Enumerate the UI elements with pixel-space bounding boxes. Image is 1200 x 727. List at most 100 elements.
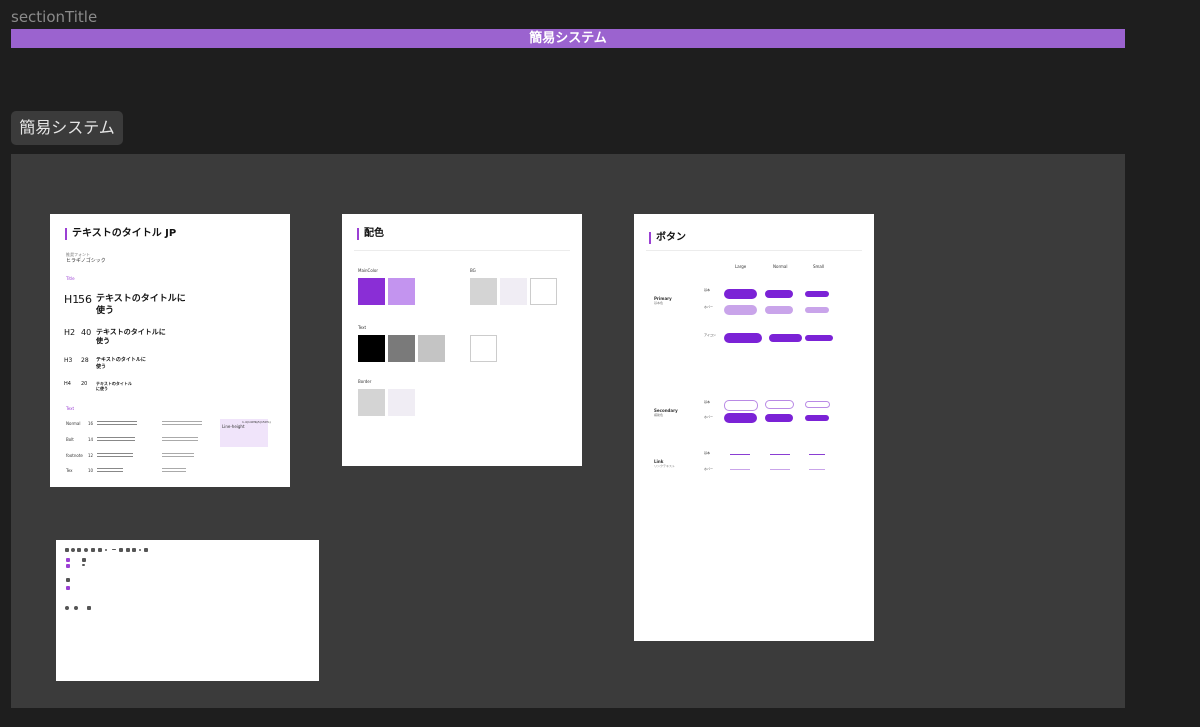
color-swatch[interactable]: [388, 335, 415, 362]
h3-size: 28: [81, 357, 89, 364]
primary-small-button[interactable]: [805, 291, 829, 297]
sample-text-lines: [97, 453, 133, 454]
icons-card[interactable]: [56, 540, 319, 681]
dot-icon[interactable]: [105, 549, 107, 551]
divider: [646, 250, 862, 251]
row-name: Normal: [66, 421, 81, 426]
color-swatch[interactable]: [388, 278, 415, 305]
link-small-hover[interactable]: [809, 469, 825, 470]
minus-icon[interactable]: [82, 564, 85, 566]
divider: [354, 250, 570, 251]
primary-normal-hover-button[interactable]: [765, 306, 793, 314]
typography-card-title: テキストのタイトル JP: [65, 228, 176, 240]
color-swatch[interactable]: [358, 335, 385, 362]
minus-icon[interactable]: [112, 549, 116, 550]
group-sub-link: リンクテキスト: [654, 464, 675, 468]
color-swatch[interactable]: [470, 278, 497, 305]
arrow-icon[interactable]: [82, 558, 86, 562]
h1-sample: テキストのタイトルに使う: [96, 294, 186, 316]
link-large[interactable]: [730, 454, 750, 455]
info-icon[interactable]: [65, 606, 69, 610]
sample-text-lines: [162, 421, 202, 422]
state-label: ホバー: [704, 467, 714, 471]
line-height-value-2: 1.5(150%): [255, 420, 271, 424]
link-normal[interactable]: [770, 454, 790, 455]
link-small[interactable]: [809, 454, 825, 455]
sample-text-lines: [97, 468, 123, 469]
secondary-small-button[interactable]: [805, 401, 830, 408]
plus-icon[interactable]: [77, 548, 81, 552]
section-banner[interactable]: 簡易システム: [11, 29, 1125, 48]
color-swatch[interactable]: [530, 278, 557, 305]
chevron-down-icon[interactable]: [132, 548, 136, 552]
h2-sample: テキストのタイトルに使う: [96, 328, 166, 345]
help-icon[interactable]: [74, 606, 78, 610]
buttons-card[interactable]: ボタン Large Normal Small Primary 基本色 基本 ホバ…: [634, 214, 874, 641]
primary-large-hover-button[interactable]: [724, 305, 757, 315]
h4-sample: テキストのタイトルに使う: [96, 381, 132, 391]
primary-large-icon-button[interactable]: [724, 333, 762, 343]
h3-tag: H3: [64, 357, 73, 364]
primary-normal-button[interactable]: [765, 290, 793, 298]
color-swatch[interactable]: [500, 278, 527, 305]
main-color-label: MainColor: [358, 268, 378, 273]
state-label: アイコン: [704, 333, 716, 337]
row-size: 10: [88, 468, 94, 473]
state-label: 基本: [704, 288, 711, 292]
settings-icon[interactable]: [71, 548, 75, 552]
secondary-normal-hover-button[interactable]: [765, 414, 793, 422]
home-icon[interactable]: [65, 548, 69, 552]
color-swatch[interactable]: [358, 389, 385, 416]
color-swatch[interactable]: [470, 335, 497, 362]
primary-normal-icon-button[interactable]: [769, 334, 802, 342]
link-icon[interactable]: [66, 578, 70, 582]
section-title: sectionTitle: [11, 8, 98, 26]
dot-icon[interactable]: [139, 549, 141, 551]
state-label: 基本: [704, 451, 711, 455]
secondary-large-button[interactable]: [724, 400, 758, 411]
color-swatch[interactable]: [418, 335, 445, 362]
h1-tag: H1: [64, 293, 80, 306]
state-label: 基本: [704, 400, 711, 404]
text-group-label: Text: [66, 406, 75, 411]
border-color-label: Border: [358, 379, 372, 384]
color-swatch[interactable]: [388, 389, 415, 416]
row-name: Bolt: [66, 437, 74, 442]
calendar-icon[interactable]: [91, 548, 95, 552]
bg-label: BG: [470, 268, 476, 273]
h1-size: 56: [78, 293, 92, 306]
buttons-card-title: ボタン: [649, 232, 686, 244]
state-label: ホバー: [704, 305, 714, 309]
typography-card[interactable]: テキストのタイトル JP 推奨フォント ヒラギノゴシック Title H1 56…: [50, 214, 290, 487]
sample-text-lines: [162, 453, 194, 454]
user-icon[interactable]: [66, 558, 70, 562]
secondary-small-hover-button[interactable]: [805, 415, 829, 421]
search-icon[interactable]: [84, 548, 88, 552]
sound-icon[interactable]: [87, 606, 91, 610]
group-sub-secondary: 補助色: [654, 413, 664, 417]
link-normal-hover[interactable]: [770, 469, 790, 470]
bell-icon[interactable]: [119, 548, 123, 552]
canvas-frame[interactable]: テキストのタイトル JP 推奨フォント ヒラギノゴシック Title H1 56…: [11, 154, 1125, 708]
secondary-normal-button[interactable]: [765, 400, 794, 409]
link-large-hover[interactable]: [730, 469, 750, 470]
primary-small-icon-button[interactable]: [805, 335, 833, 341]
color-swatch[interactable]: [358, 278, 385, 305]
row-name: Tex: [66, 468, 73, 473]
color-card[interactable]: 配色 MainColor BG Text Border: [342, 214, 582, 466]
trash-icon[interactable]: [98, 548, 102, 552]
row-size: 16: [88, 421, 94, 426]
close-icon[interactable]: [144, 548, 148, 552]
frame-label[interactable]: 簡易システム: [11, 111, 123, 145]
primary-large-button[interactable]: [724, 289, 757, 299]
row-size: 12: [88, 453, 94, 458]
primary-small-hover-button[interactable]: [805, 307, 829, 313]
h2-tag: H2: [64, 328, 76, 337]
title-group-label: Title: [66, 276, 75, 281]
phone-icon[interactable]: [126, 548, 130, 552]
edit-icon[interactable]: [66, 586, 70, 590]
size-header-small: Small: [813, 264, 825, 269]
secondary-large-hover-button[interactable]: [724, 413, 757, 423]
users-icon[interactable]: [66, 564, 70, 568]
h4-tag: H4: [64, 381, 71, 387]
